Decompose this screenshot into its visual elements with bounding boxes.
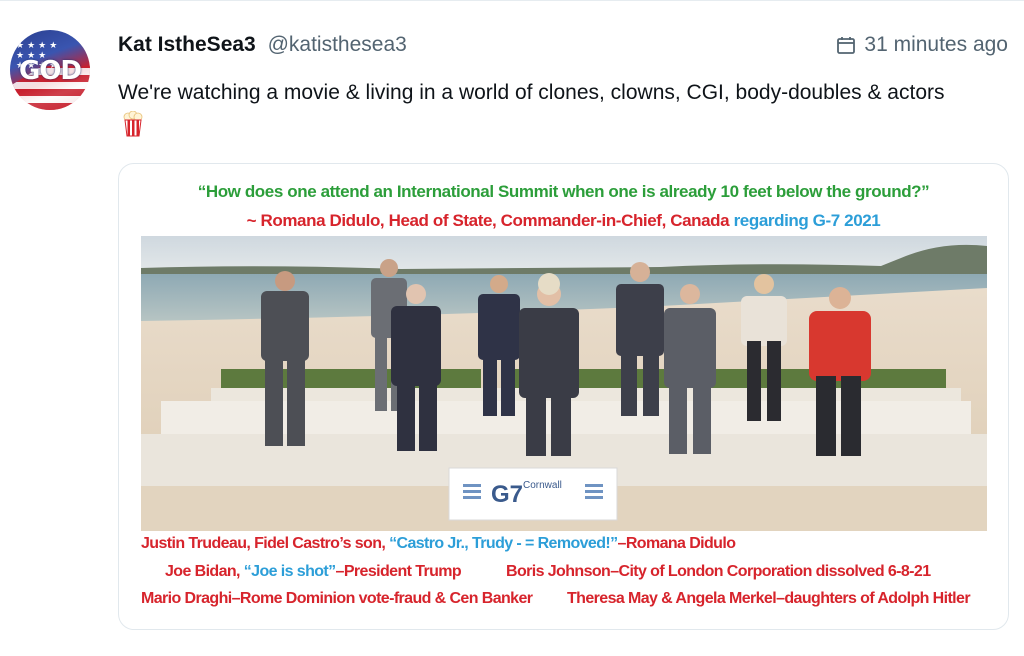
quote-line-1: “How does one attend an International Su… — [197, 182, 930, 201]
caption-2-quote: “Joe is shot” — [243, 563, 336, 580]
user-handle[interactable]: @katisthesea3 — [268, 33, 407, 56]
avatar[interactable]: ★★★★ ★★★ ★★★★ GOD — [10, 30, 90, 110]
g7-sign-sub: Cornwall — [523, 480, 562, 491]
display-name[interactable]: Kat IstheSea3 — [118, 33, 256, 56]
caption-5: Theresa May & Angela Merkel–daughters of… — [567, 590, 971, 607]
quote-line-2: ~ Romana Didulo, Head of State, Commande… — [119, 211, 1008, 231]
caption-3: Boris Johnson–City of London Corporation… — [506, 563, 931, 580]
caption-2-a: Joe Bidan, — [165, 563, 244, 580]
summit-photo-image: G7 Cornwall — [141, 236, 987, 531]
caption-4: Mario Draghi–Rome Dominion vote-fraud & … — [141, 590, 533, 607]
quote-attribution: ~ Romana Didulo, Head of State, Commande… — [246, 211, 734, 230]
caption-1-a: Justin Trudeau, Fidel Castro’s son, — [141, 535, 390, 552]
tweet-text: We're watching a movie & living in a wor… — [118, 76, 958, 144]
caption-2: Joe Bidan, “Joe is shot”–President Trump — [165, 563, 462, 581]
g7-sign-text: G7 — [491, 481, 523, 508]
tweet-header: Kat IstheSea3 @katisthesea3 31 minutes a… — [118, 30, 1008, 60]
avatar-text: GOD — [18, 56, 82, 86]
caption-1: Justin Trudeau, Fidel Castro’s son, “Cas… — [141, 535, 736, 553]
tweet-body: We're watching a movie & living in a wor… — [118, 81, 945, 104]
divider — [0, 0, 1024, 1]
caption-1-quote: “Castro Jr., Trudy - = Removed!” — [389, 535, 618, 552]
caption-1-b: –Romana Didulo — [617, 535, 736, 552]
timestamp-label: 31 minutes ago — [864, 33, 1008, 56]
popcorn-icon — [123, 111, 143, 137]
caption-2-b: –President Trump — [335, 563, 462, 580]
summit-photo[interactable]: G7 Cornwall — [141, 236, 987, 531]
quote-context: regarding G-7 2021 — [733, 211, 881, 230]
calendar-icon — [837, 37, 856, 54]
media-card[interactable]: “How does one attend an International Su… — [118, 163, 1009, 630]
tweet-timestamp[interactable]: 31 minutes ago — [836, 30, 1008, 60]
